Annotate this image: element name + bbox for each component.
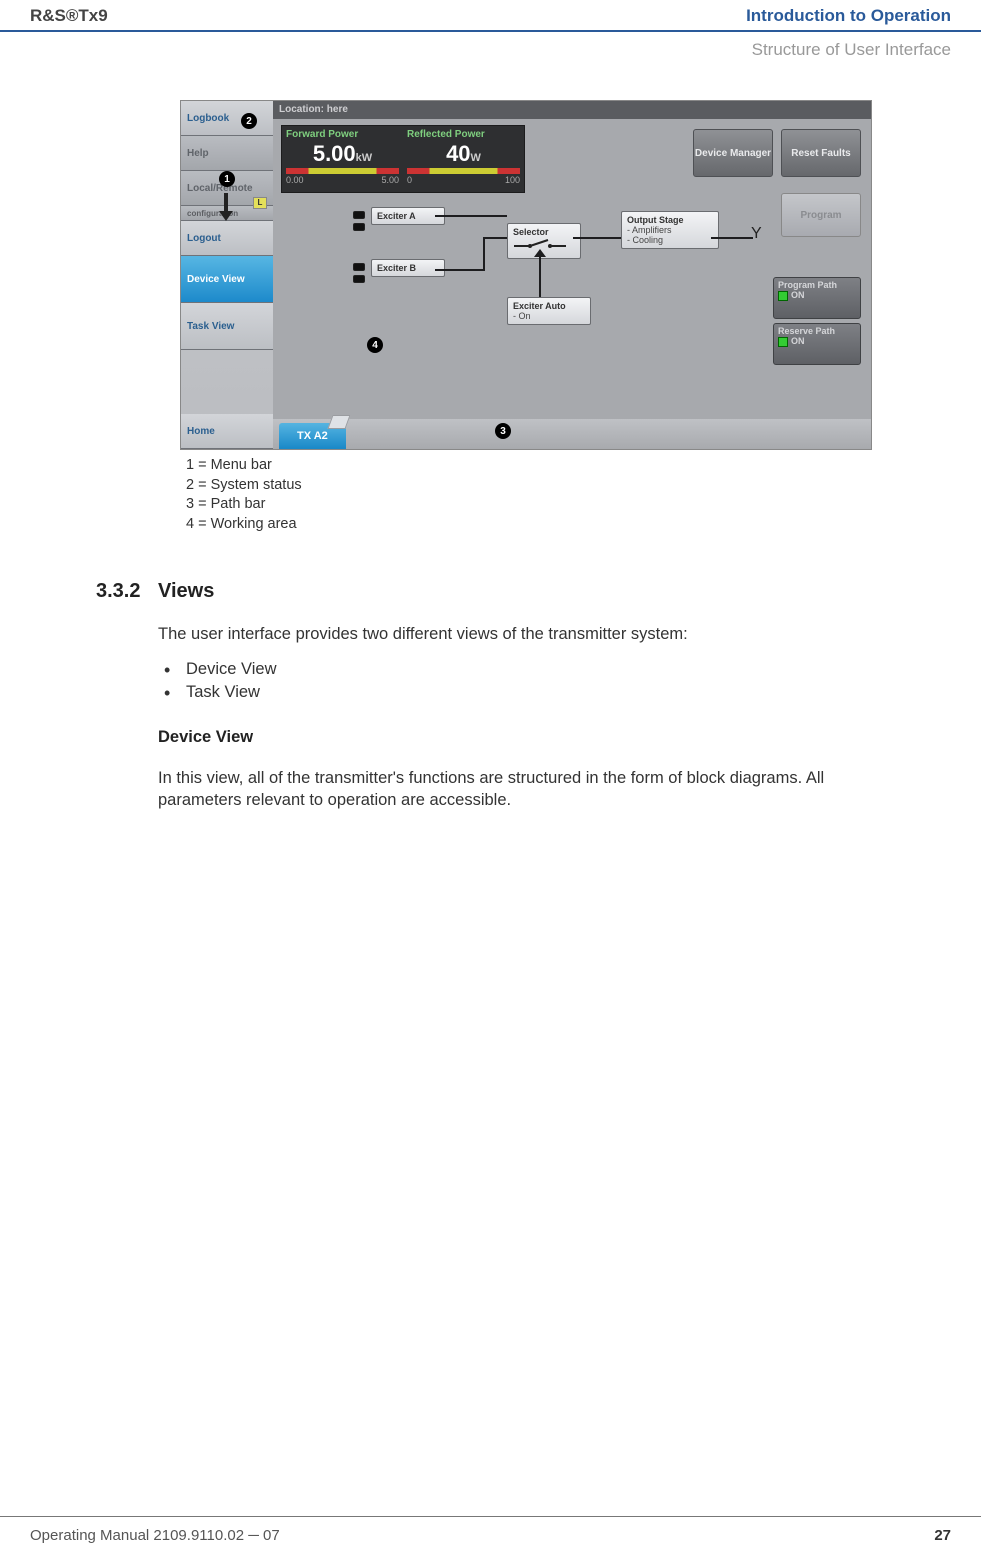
output-stage-node[interactable]: Output Stage - Amplifiers - Cooling: [621, 211, 719, 249]
reserve-path-panel[interactable]: Reserve Path ON: [773, 323, 861, 365]
led-icon: [353, 223, 365, 231]
location-bar: Location: here: [273, 101, 871, 119]
ref-unit: W: [471, 152, 481, 164]
auto-title: Exciter Auto: [513, 301, 566, 311]
out-title: Output Stage: [627, 215, 684, 225]
callout-2: 2: [241, 113, 257, 129]
footer-manual-id: Operating Manual 2109.9110.02 ─ 07: [30, 1527, 280, 1544]
exciter-auto-node[interactable]: Exciter Auto - On: [507, 297, 591, 325]
working-area: Location: here Forward Power 5.00kW 0.00…: [273, 101, 871, 419]
section-title: Views: [158, 580, 214, 602]
subheading-device-view: Device View: [158, 728, 906, 747]
reserve-path-title: Reserve Path: [778, 326, 856, 336]
status-led-icon: [778, 291, 788, 301]
page-footer: Operating Manual 2109.9110.02 ─ 07 27: [0, 1516, 981, 1544]
footer-page-number: 27: [934, 1527, 951, 1544]
legend-3: 3 = Path bar: [186, 495, 880, 515]
fwd-title: Forward Power: [284, 128, 401, 141]
legend-4: 4 = Working area: [186, 515, 880, 535]
program-button[interactable]: Program: [781, 193, 861, 237]
ref-bar: [407, 168, 520, 174]
intro-paragraph: The user interface provides two differen…: [158, 623, 906, 645]
ref-max: 100: [505, 175, 520, 185]
ref-title: Reflected Power: [405, 128, 522, 141]
antenna-icon: Y: [751, 225, 762, 243]
block-diagram: Exciter A Exciter B Selector Output Stag…: [283, 197, 771, 411]
out-line1: - Amplifiers: [627, 225, 713, 235]
legend-2: 2 = System status: [186, 476, 880, 496]
menu-task-view[interactable]: Task View: [181, 303, 273, 350]
section-number: 3.3.2: [96, 580, 158, 603]
forward-power-meter[interactable]: Forward Power 5.00kW 0.005.00: [284, 128, 401, 190]
fwd-min: 0.00: [286, 175, 304, 185]
arrow-down-icon: [221, 193, 231, 221]
header-subsection: Structure of User Interface: [0, 32, 981, 60]
arrow-up-icon: [534, 249, 546, 257]
auto-line1: - On: [513, 311, 585, 321]
fwd-unit: kW: [356, 152, 373, 164]
led-icon: [353, 263, 365, 271]
ref-min: 0: [407, 175, 412, 185]
reset-faults-button[interactable]: Reset Faults: [781, 129, 861, 177]
selector-label: Selector: [513, 227, 549, 237]
wire: [539, 255, 541, 297]
bullet-device-view: Device View: [186, 660, 906, 679]
fwd-value: 5.00: [313, 141, 356, 166]
wire: [483, 237, 507, 239]
header-chapter: Introduction to Operation: [746, 6, 951, 26]
wire: [435, 269, 485, 271]
menu-logout[interactable]: Logout: [181, 221, 273, 256]
path-tab-label: TX A2: [297, 430, 328, 442]
menu-device-view[interactable]: Device View: [181, 256, 273, 303]
reserve-path-state: ON: [791, 336, 805, 346]
wire: [483, 237, 485, 271]
wire: [573, 237, 621, 239]
wire: [435, 215, 507, 217]
ref-value: 40: [446, 141, 470, 166]
out-line2: - Cooling: [627, 235, 713, 245]
wire: [711, 237, 753, 239]
section-heading: 3.3.2Views: [96, 580, 906, 603]
legend-1: 1 = Menu bar: [186, 456, 880, 476]
exciter-b-node[interactable]: Exciter B: [371, 259, 445, 277]
screenshot-ui: Logbook Help Local/Remote configuration …: [180, 100, 872, 450]
status-led-icon: [778, 337, 788, 347]
callout-4: 4: [367, 337, 383, 353]
path-bar: TX A2: [273, 419, 871, 449]
led-icon: [353, 275, 365, 283]
figure-legend: 1 = Menu bar 2 = System status 3 = Path …: [186, 456, 880, 534]
menu-help[interactable]: Help: [181, 136, 273, 171]
header-product: R&S®Tx9: [30, 6, 108, 26]
fwd-max: 5.00: [381, 175, 399, 185]
menu-home[interactable]: Home: [181, 414, 273, 449]
callout-1: 1: [219, 171, 235, 187]
program-path-panel[interactable]: Program Path ON: [773, 277, 861, 319]
path-tab[interactable]: TX A2: [279, 423, 346, 449]
led-icon: [353, 211, 365, 219]
tab-corner-icon: [327, 415, 350, 429]
power-meters: Forward Power 5.00kW 0.005.00 Reflected …: [281, 125, 525, 193]
callout-3: 3: [495, 423, 511, 439]
program-path-title: Program Path: [778, 280, 856, 290]
bullet-task-view: Task View: [186, 683, 906, 702]
exciter-a-node[interactable]: Exciter A: [371, 207, 445, 225]
fwd-bar: [286, 168, 399, 174]
device-manager-button[interactable]: Device Manager: [693, 129, 773, 177]
program-path-state: ON: [791, 290, 805, 300]
local-badge-icon: L: [253, 197, 267, 209]
device-view-paragraph: In this view, all of the transmitter's f…: [158, 767, 906, 812]
reflected-power-meter[interactable]: Reflected Power 40W 0 100: [405, 128, 522, 190]
menu-logbook[interactable]: Logbook: [181, 101, 273, 136]
menu-bar: Logbook Help Local/Remote configuration …: [181, 101, 273, 449]
